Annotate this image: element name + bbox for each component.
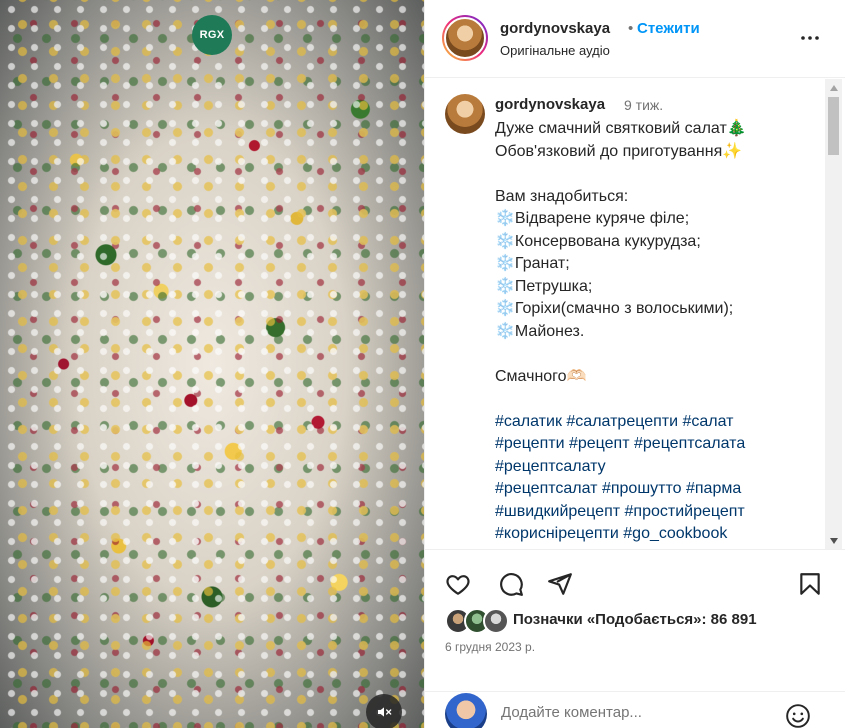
author-avatar[interactable] <box>442 15 488 61</box>
caption-line: ❄️Відварене куряче філе; <box>495 210 690 227</box>
hashtag-link[interactable]: #швидкийрецепт <box>495 503 620 520</box>
more-icon[interactable] <box>798 26 822 50</box>
hashtag-line: #рецептсалату <box>495 456 825 479</box>
caption-text: Дуже смачний святковий салат🎄 Обов'язков… <box>495 118 825 546</box>
caption-line: Обов'язковий до приготування✨ <box>495 142 743 160</box>
rgx-badge-label: RGX <box>199 29 225 41</box>
caption-author-avatar[interactable] <box>445 94 485 134</box>
follow-button[interactable]: Стежити <box>637 20 700 37</box>
post-actions: Позначки «Подобається»: 86 891 6 грудня … <box>425 549 845 691</box>
liker-avatars[interactable] <box>445 608 515 636</box>
caption-time[interactable]: 9 тиж. <box>624 97 663 113</box>
liker-avatar[interactable] <box>483 608 509 634</box>
caption-line: ❄️Горіхи(смачно з волоськими); <box>495 300 734 317</box>
caption-line: ❄️Консервована кукурудза; <box>495 232 701 250</box>
hashtag-link[interactable]: #кориснірецепти <box>495 525 619 542</box>
emoji-icon[interactable] <box>785 703 811 728</box>
hashtag-link[interactable]: #простийрецепт <box>625 503 745 520</box>
hashtag-link[interactable]: #салатрецепти <box>566 413 678 430</box>
hashtag-link[interactable]: #go_cookbook <box>623 525 727 542</box>
scroll-up-arrow-icon[interactable] <box>825 79 842 96</box>
muted-speaker-icon <box>378 707 392 717</box>
salad-image <box>0 0 424 728</box>
mute-button[interactable] <box>366 694 402 728</box>
current-user-avatar <box>445 693 487 728</box>
caption-line <box>495 343 825 366</box>
hashtag-link[interactable]: #рецепт <box>569 435 630 452</box>
caption-line <box>495 163 825 186</box>
likes-count[interactable]: Позначки «Подобається»: 86 891 <box>513 611 757 628</box>
hashtag-link[interactable]: #рецептсалат <box>495 480 598 497</box>
hashtag-line: #кориснірецепти #go_cookbook <box>495 523 825 546</box>
caption-line: Дуже смачний святковий салат🎄 <box>495 120 747 137</box>
caption-line: Вам знадобиться: <box>495 187 629 205</box>
post-video[interactable]: RGX <box>0 0 424 728</box>
separator-dot: • <box>628 20 634 37</box>
hashtag-line: #салатик #салатрецепти #салат <box>495 411 825 434</box>
author-username[interactable]: gordynovskaya <box>500 20 610 37</box>
heart-icon[interactable] <box>445 571 471 597</box>
scroll-down-arrow-icon[interactable] <box>825 532 842 549</box>
hashtag-line: #рецептсалат #прошутто #парма <box>495 478 825 501</box>
hashtag-link[interactable]: #салатик <box>495 413 562 430</box>
scrollbar-thumb[interactable] <box>828 97 839 155</box>
audio-label[interactable]: Оригінальне аудіо <box>500 43 610 58</box>
caption-username[interactable]: gordynovskaya <box>495 96 605 113</box>
comment-bar <box>425 691 845 728</box>
hashtag-link[interactable]: #прошутто <box>602 480 682 497</box>
post-header: gordynovskaya • Стежити Оригінальне ауді… <box>425 0 845 78</box>
caption-line: Смачного🫶🏻 <box>495 367 587 385</box>
hashtag-line: #рецепти #рецепт #рецептсалата <box>495 433 825 456</box>
comment-icon[interactable] <box>498 571 524 597</box>
hashtag-link[interactable]: #парма <box>686 480 741 497</box>
comment-input[interactable] <box>501 704 761 721</box>
caption-line <box>495 388 825 411</box>
share-icon[interactable] <box>547 571 573 597</box>
post-date[interactable]: 6 грудня 2023 р. <box>445 640 535 654</box>
caption-line: ❄️Петрушка; <box>495 277 593 295</box>
caption-line: ❄️Майонез. <box>495 322 585 340</box>
hashtag-link[interactable]: #рецептсалату <box>495 458 606 475</box>
rgx-badge: RGX <box>192 15 232 55</box>
caption-line: ❄️Гранат; <box>495 255 570 272</box>
caption-scrollbar[interactable] <box>825 79 842 549</box>
hashtag-link[interactable]: #салат <box>682 413 733 430</box>
hashtag-link[interactable]: #рецепти <box>495 435 565 452</box>
post-panel: gordynovskaya • Стежити Оригінальне ауді… <box>424 0 845 728</box>
hashtag-line: #швидкийрецепт #простийрецепт <box>495 501 825 524</box>
bookmark-icon[interactable] <box>797 571 823 597</box>
caption-section: gordynovskaya 9 тиж. Дуже смачний святко… <box>425 79 845 549</box>
hashtag-link[interactable]: #рецептсалата <box>634 435 745 452</box>
